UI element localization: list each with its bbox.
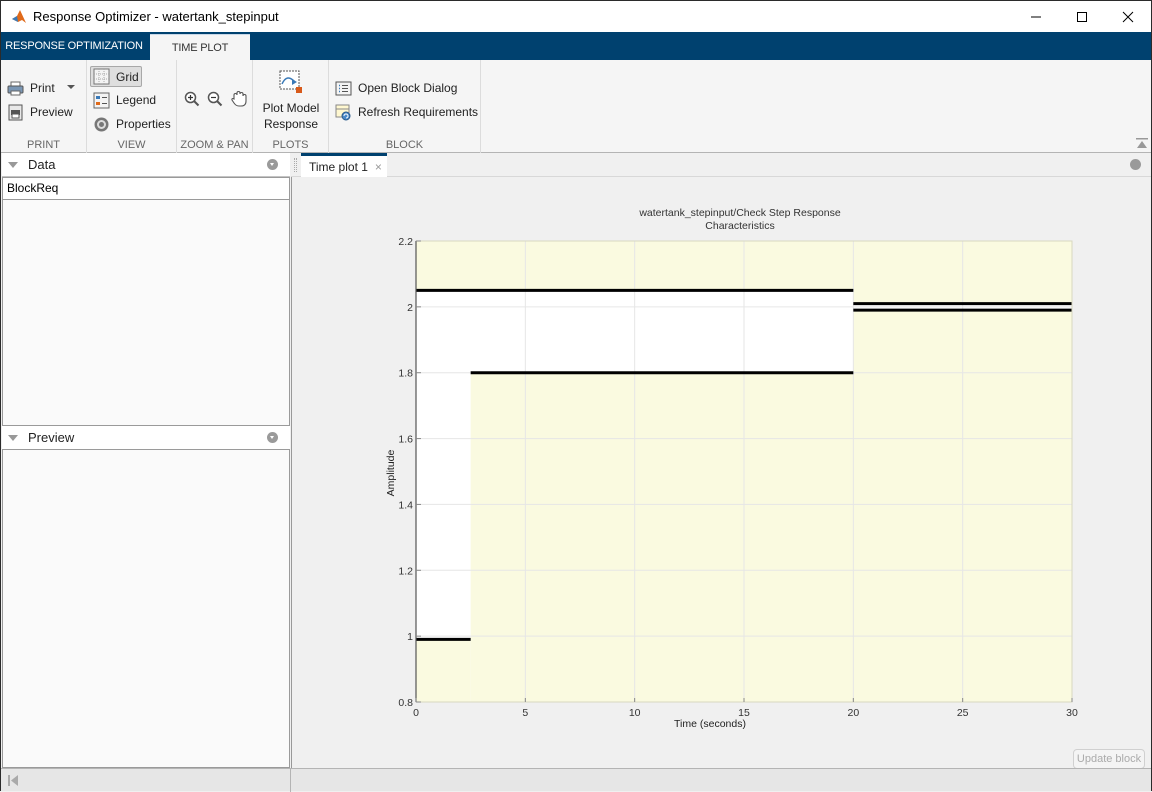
grid-icon xyxy=(93,68,110,85)
data-panel: BlockReq xyxy=(2,177,290,426)
block-section: Open Block Dialog Refresh Requirements B… xyxy=(329,60,481,153)
ribbon-toolstrip: Print Preview PRINT Grid Legend Properti… xyxy=(1,60,1151,153)
print-button[interactable]: Print xyxy=(7,78,77,98)
plot-model-response-label-2: Response xyxy=(263,117,319,131)
x-tick-label-6: 30 xyxy=(1066,707,1078,719)
zoom-in-icon[interactable] xyxy=(184,91,200,107)
ribbon-tab-bar: RESPONSE OPTIMIZATION TIME PLOT xyxy=(1,32,1151,60)
close-icon xyxy=(1122,11,1134,22)
data-panel-header[interactable]: Data xyxy=(2,153,290,177)
open-block-dialog-button[interactable]: Open Block Dialog xyxy=(335,78,457,98)
y-tick-label-3: 1.4 xyxy=(398,499,413,511)
collapse-left-icon[interactable] xyxy=(8,775,20,786)
tab-time-plot[interactable]: TIME PLOT xyxy=(150,34,250,60)
maximize-icon xyxy=(1077,11,1087,22)
close-button[interactable] xyxy=(1105,1,1151,32)
refresh-requirements-icon xyxy=(335,104,351,120)
chart-title-line-2: Characteristics xyxy=(705,220,774,232)
y-tick-label-1: 1 xyxy=(407,631,413,643)
section-label-block: BLOCK xyxy=(385,139,424,151)
refresh-requirements-button[interactable]: Refresh Requirements xyxy=(335,102,478,122)
status-bar xyxy=(1,768,1151,792)
print-section: Print Preview PRINT xyxy=(1,60,87,153)
panel-menu-icon[interactable] xyxy=(267,159,278,170)
collapse-toolstrip-icon[interactable] xyxy=(1136,138,1148,148)
block-dialog-icon xyxy=(335,81,352,95)
y-tick-label-5: 1.8 xyxy=(398,368,413,380)
legend-button[interactable]: Legend xyxy=(93,90,156,110)
x-axis-label: Time (seconds) xyxy=(674,718,746,730)
data-panel-title: Data xyxy=(28,157,56,172)
chart-title-line-1: watertank_stepinput/Check Step Response xyxy=(638,207,841,219)
x-tick-label-0: 0 xyxy=(413,707,419,719)
section-label-print: PRINT xyxy=(27,139,60,151)
grid-toggle-button[interactable]: Grid xyxy=(90,66,142,87)
document-menu-icon[interactable] xyxy=(1130,159,1141,170)
y-tick-label-2: 1.2 xyxy=(398,565,413,577)
print-preview-icon xyxy=(8,104,23,120)
preview-panel-title: Preview xyxy=(28,430,75,445)
data-item-blockreq[interactable]: BlockReq xyxy=(3,178,289,200)
collapse-triangle-icon[interactable] xyxy=(8,161,18,168)
y-tick-label-4: 1.6 xyxy=(398,434,413,446)
tab-time-plot-1[interactable]: Time plot 1 × xyxy=(301,153,387,178)
x-tick-label-2: 10 xyxy=(629,707,641,719)
tab-response-optimization[interactable]: RESPONSE OPTIMIZATION xyxy=(1,32,147,60)
plot-model-response-icon xyxy=(279,70,302,93)
section-label-plots: PLOTS xyxy=(272,139,309,151)
section-label-zoom-pan: ZOOM & PAN xyxy=(180,139,249,151)
close-tab-icon[interactable]: × xyxy=(375,160,382,174)
minimize-icon xyxy=(1031,16,1041,17)
matlab-logo-icon xyxy=(12,9,26,23)
printer-icon xyxy=(7,81,24,95)
section-label-view: VIEW xyxy=(117,139,146,151)
zoom-pan-section: ZOOM & PAN xyxy=(177,60,253,153)
gear-icon xyxy=(94,117,109,131)
preview-button[interactable]: Preview xyxy=(7,102,73,122)
pan-hand-icon[interactable] xyxy=(230,90,248,108)
plot-model-response-button[interactable]: Plot Model Response xyxy=(253,66,329,136)
app-window: Response Optimizer - watertank_stepinput… xyxy=(0,0,1152,792)
panel-menu-icon[interactable] xyxy=(267,432,278,443)
x-tick-label-1: 5 xyxy=(522,707,528,719)
preview-panel xyxy=(2,449,290,768)
window-title: Response Optimizer - watertank_stepinput xyxy=(33,9,279,24)
y-tick-label-7: 2.2 xyxy=(398,236,413,248)
zoom-out-icon[interactable] xyxy=(207,91,223,107)
drag-handle-icon[interactable] xyxy=(294,158,297,172)
preview-panel-header[interactable]: Preview xyxy=(2,426,290,450)
collapse-triangle-icon[interactable] xyxy=(8,434,18,441)
update-block-button[interactable]: Update block xyxy=(1073,749,1145,769)
minimize-button[interactable] xyxy=(1013,1,1059,32)
maximize-button[interactable] xyxy=(1059,1,1105,32)
x-tick-label-4: 20 xyxy=(847,707,859,719)
legend-icon xyxy=(93,92,110,108)
lower-bound-region-0 xyxy=(416,639,471,702)
properties-button[interactable]: Properties xyxy=(93,114,171,134)
lower-bound-region-1 xyxy=(470,372,854,702)
step-response-chart[interactable]: watertank_stepinput/Check Step Response … xyxy=(292,177,1152,768)
view-section: Grid Legend Properties VIEW xyxy=(87,60,177,153)
plot-area: watertank_stepinput/Check Step Response … xyxy=(291,177,1151,768)
y-tick-label-6: 2 xyxy=(407,302,413,314)
document-tab-bar: Time plot 1 × xyxy=(291,153,1151,178)
plots-section: Plot Model Response PLOTS xyxy=(253,60,329,153)
y-tick-label-0: 0.8 xyxy=(398,697,413,709)
plot-model-response-label-1: Plot Model xyxy=(262,101,320,115)
title-bar: Response Optimizer - watertank_stepinput xyxy=(1,1,1151,32)
dropdown-arrow-icon[interactable] xyxy=(66,85,77,91)
y-axis-label: Amplitude xyxy=(385,450,397,497)
x-tick-label-5: 25 xyxy=(957,707,969,719)
